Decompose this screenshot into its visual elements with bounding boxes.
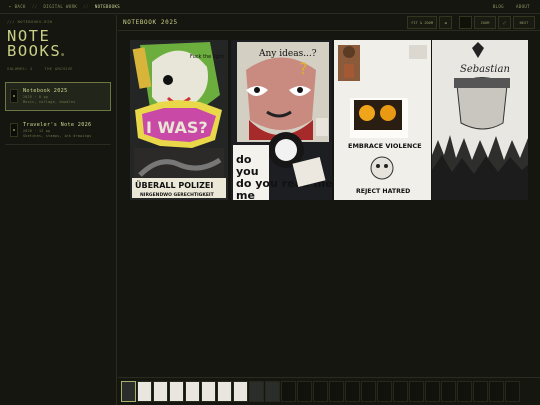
prev-button[interactable]: ◀ bbox=[439, 16, 452, 29]
thumbnail-empty[interactable] bbox=[393, 381, 408, 402]
thumbnail-empty[interactable] bbox=[361, 381, 376, 402]
notebook-meta: 2026 · 12 pp bbox=[23, 129, 51, 133]
page-2-image: Any ideas...? ? do you do you read me me bbox=[231, 40, 332, 200]
page-2-question: ? bbox=[299, 59, 308, 78]
notebook-icon bbox=[10, 123, 18, 137]
thumbnail-empty[interactable] bbox=[313, 381, 328, 402]
notebook-desc: Music, collage, doodles bbox=[23, 100, 76, 105]
thumbnail[interactable] bbox=[217, 381, 232, 402]
thumbnail-empty[interactable] bbox=[409, 381, 424, 402]
breadcrumb-separator: // bbox=[83, 4, 89, 9]
back-link[interactable]: ← BACK bbox=[9, 4, 26, 9]
next-button[interactable]: NEXT bbox=[513, 16, 535, 29]
sidebar-meta: VOLUMES: 2 THE ARCHIVE bbox=[7, 67, 111, 71]
page-1-text: ÜBERALL POLIZEI bbox=[135, 180, 213, 190]
page-4-image: Sebastian bbox=[432, 40, 528, 200]
thumbnail-empty[interactable] bbox=[377, 381, 392, 402]
thumbnail-empty[interactable] bbox=[297, 381, 312, 402]
brand-line-2: BOOKS bbox=[7, 42, 62, 60]
breadcrumb-digital-work[interactable]: DIGITAL WORK bbox=[43, 4, 77, 9]
viewer-title: NOTEBOOK 2025 bbox=[123, 19, 178, 26]
thumbnail[interactable] bbox=[121, 381, 136, 402]
svg-text:I WAS?: I WAS? bbox=[146, 118, 208, 137]
thumbnail[interactable] bbox=[153, 381, 168, 402]
viewer-controls: FIT & ZOOM ◀ ZOOM ⤢ NEXT bbox=[407, 16, 540, 29]
sidebar-label: /// NOTEBOOKS.BIN bbox=[7, 20, 53, 24]
thumbnail[interactable] bbox=[233, 381, 248, 402]
blank-button[interactable] bbox=[459, 16, 472, 29]
blog-link[interactable]: BLOG bbox=[493, 4, 504, 9]
thumbnail-empty[interactable] bbox=[505, 381, 520, 402]
viewer-header: NOTEBOOK 2025 FIT & ZOOM ◀ ZOOM ⤢ NEXT bbox=[118, 15, 540, 31]
thumbnail-empty[interactable] bbox=[425, 381, 440, 402]
app: ← BACK // DIGITAL WORK // NOTEBOOKS BLOG… bbox=[0, 0, 540, 405]
notebook-meta: 2025 · 8 pp bbox=[23, 95, 49, 99]
viewer: NOTEBOOK 2025 FIT & ZOOM ◀ ZOOM ⤢ NEXT I… bbox=[118, 15, 540, 405]
notebook-title: Traveler's Note 2026 bbox=[23, 122, 92, 128]
breadcrumb-notebooks[interactable]: NOTEBOOKS bbox=[95, 4, 120, 9]
about-link[interactable]: ABOUT bbox=[516, 4, 530, 9]
page-1-subtext: NIRGENDWO GERECHTIGKEIT bbox=[140, 192, 215, 198]
breadcrumb-separator: // bbox=[31, 4, 38, 9]
page-3-text: EMBRACE VIOLENCE bbox=[348, 142, 422, 150]
thumbnail[interactable] bbox=[249, 381, 264, 402]
thumbnail-strip bbox=[118, 377, 540, 405]
brand-dot: ● bbox=[61, 52, 66, 58]
thumbnail[interactable] bbox=[201, 381, 216, 402]
fullscreen-button[interactable]: ⤢ bbox=[498, 16, 511, 29]
top-right-links: BLOG ABOUT bbox=[493, 4, 540, 9]
notebook-item-2025[interactable]: Notebook 2025 2025 · 8 pp Music, collage… bbox=[5, 82, 111, 111]
thumbnail-empty[interactable] bbox=[441, 381, 456, 402]
volumes-count: VOLUMES: 2 bbox=[7, 67, 33, 71]
thumbnail-empty[interactable] bbox=[489, 381, 504, 402]
notebook-item-travelers-2026[interactable]: Traveler's Note 2026 2026 · 12 pp Sketch… bbox=[5, 116, 111, 145]
notebook-icon bbox=[10, 89, 18, 103]
page-3-image: EMBRACE VIOLENCE REJECT HATRED bbox=[334, 40, 431, 200]
thumbnail-empty[interactable] bbox=[281, 381, 296, 402]
page-2-heading: Any ideas...? bbox=[258, 49, 317, 59]
brand-title: NOTE BOOKS● bbox=[7, 28, 111, 63]
page-3-subtext: REJECT HATRED bbox=[356, 188, 410, 195]
thumbnail[interactable] bbox=[137, 381, 152, 402]
sidebar: /// NOTEBOOKS.BIN NOTE BOOKS● VOLUMES: 2… bbox=[0, 15, 117, 405]
zoom-button[interactable]: ZOOM bbox=[474, 16, 496, 29]
thumbnail[interactable] bbox=[185, 381, 200, 402]
page-1-image: I WAS? ÜBERALL POLIZEI NIRGENDWO GERECHT… bbox=[130, 40, 228, 200]
fit-zoom-button[interactable]: FIT & ZOOM bbox=[407, 16, 437, 29]
page-1-graffiti: Fuck the light bbox=[190, 54, 224, 60]
thumbnail-empty[interactable] bbox=[329, 381, 344, 402]
thumbnail[interactable] bbox=[265, 381, 280, 402]
svg-text:me: me bbox=[236, 189, 255, 200]
notebook-desc: Sketches, stamps, ink drawings bbox=[23, 134, 92, 139]
notebook-title: Notebook 2025 bbox=[23, 88, 68, 94]
thumbnail[interactable] bbox=[169, 381, 184, 402]
notebook-spread[interactable]: I WAS? ÜBERALL POLIZEI NIRGENDWO GERECHT… bbox=[130, 40, 528, 200]
thumbnail-empty[interactable] bbox=[473, 381, 488, 402]
thumbnail-empty[interactable] bbox=[345, 381, 360, 402]
top-navigation: ← BACK // DIGITAL WORK // NOTEBOOKS BLOG… bbox=[0, 0, 540, 14]
archive-label: THE ARCHIVE bbox=[44, 67, 73, 71]
notebook-list: Notebook 2025 2025 · 8 pp Music, collage… bbox=[5, 82, 111, 145]
breadcrumb: ← BACK // DIGITAL WORK // NOTEBOOKS bbox=[0, 4, 120, 9]
thumbnail-empty[interactable] bbox=[457, 381, 472, 402]
page-4-text: Sebastian bbox=[460, 64, 510, 75]
